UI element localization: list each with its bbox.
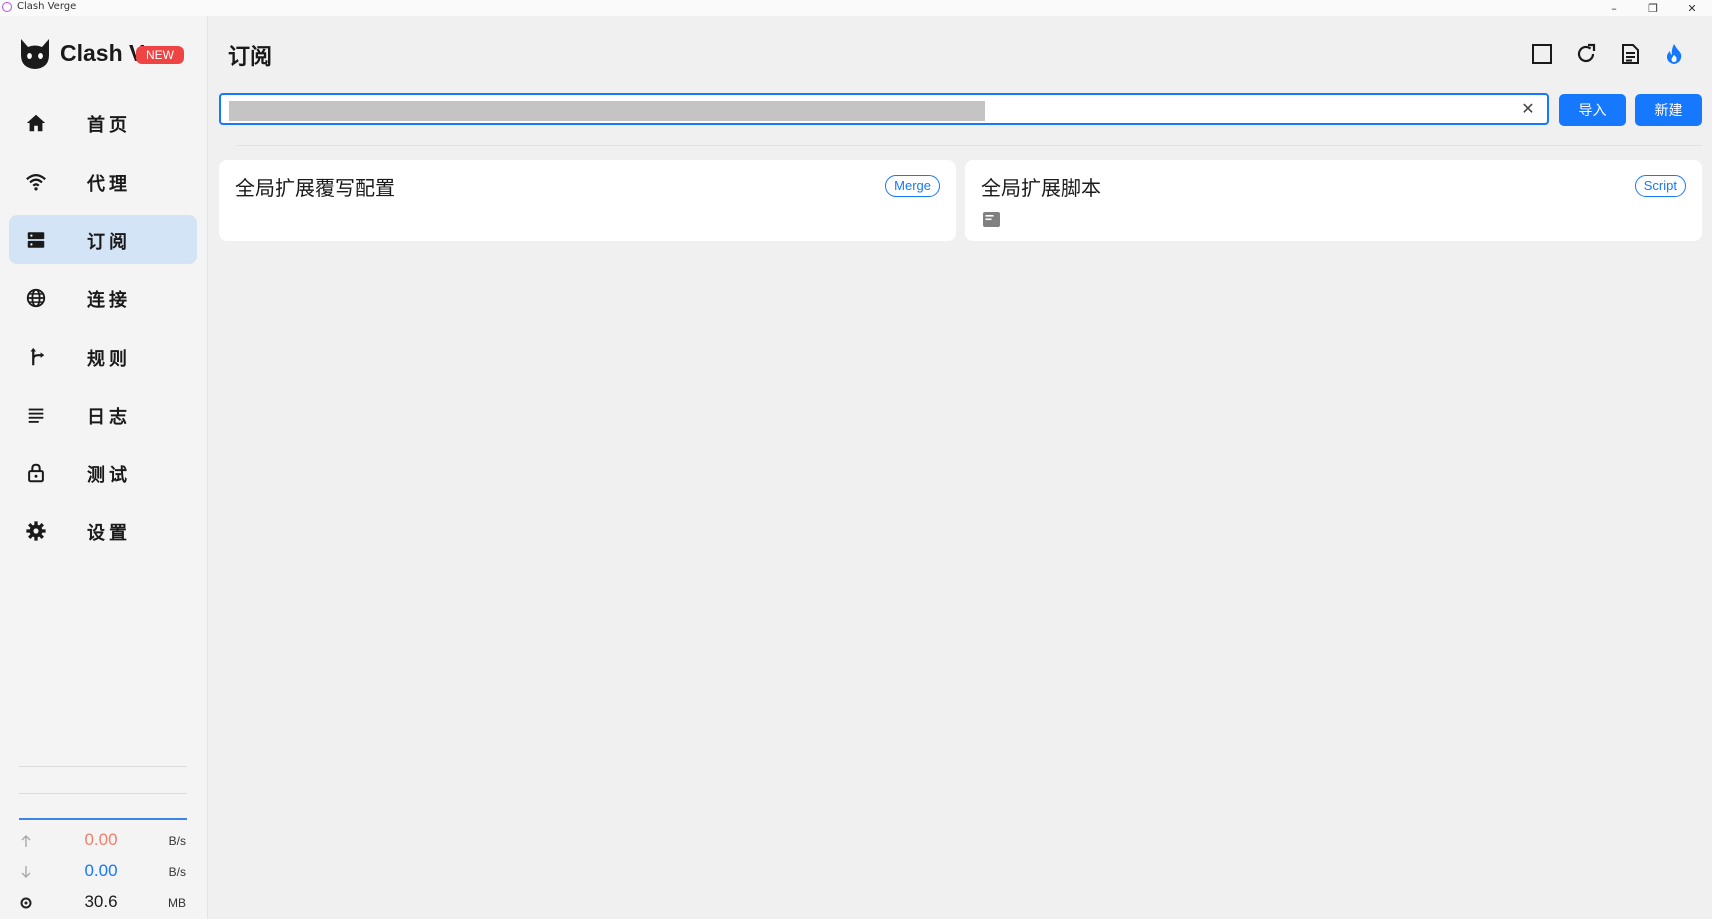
square-icon[interactable] [1530,42,1554,66]
profile-card-script[interactable]: 全局扩展脚本 Script [965,160,1702,241]
sidebar-item-test[interactable]: 测试 [9,448,197,497]
sidebar-item-logs[interactable]: 日志 [9,390,197,439]
sidebar-item-connections[interactable]: 连接 [9,273,197,322]
sidebar-divider [19,793,187,794]
globe-icon [26,288,46,308]
sidebar-item-subscription[interactable]: 订阅 [9,215,197,264]
page-title: 订阅 [228,45,273,70]
download-value: 0.00 [84,861,118,880]
file-icon [983,212,1000,227]
download-unit: B/s [168,865,186,879]
upload-value: 0.00 [84,830,118,849]
fork-arrow-icon [30,347,45,366]
sidebar-item-label: 设置 [87,523,131,544]
memory-gear-icon [20,897,32,909]
sidebar-item-label: 连接 [87,290,131,311]
lock-icon [28,463,44,483]
window-title: Clash Verge [17,1,77,12]
arrow-up-icon [21,835,31,847]
home-icon [26,114,46,132]
search-input[interactable]: ✕ [219,93,1549,125]
card-tag-script: Script [1634,175,1686,197]
profile-card-merge[interactable]: 全局扩展覆写配置 Merge [219,160,956,241]
sidebar-item-label: 测试 [87,465,131,486]
window-titlebar: Clash Verge – ❐ ✕ [0,0,1712,16]
card-title: 全局扩展脚本 [981,176,1101,200]
app-icon [2,2,12,12]
import-button[interactable]: 导入 [1559,94,1626,126]
new-badge: NEW [136,46,184,64]
restore-icon[interactable]: ❐ [1633,0,1673,16]
new-button[interactable]: 新建 [1635,94,1702,126]
sidebar-item-label: 代理 [87,174,131,195]
upload-speed: 0.00 B/s [19,830,189,854]
sidebar-item-settings[interactable]: 设置 [9,506,197,555]
close-icon[interactable]: ✕ [1672,0,1712,16]
content-divider [236,145,1702,146]
minimize-icon[interactable]: – [1594,0,1634,16]
server-icon [27,232,45,248]
sidebar-item-label: 日志 [87,407,131,428]
memory-value: 30.6 [84,892,118,911]
sidebar-item-label: 订阅 [87,232,131,253]
cat-logo-icon [21,39,49,69]
memory-unit: MB [168,896,186,910]
redacted-url [229,101,985,121]
card-title: 全局扩展覆写配置 [235,176,395,200]
fire-icon[interactable] [1662,42,1686,66]
sidebar-item-label: 规则 [87,349,131,370]
clear-icon[interactable]: ✕ [1519,100,1537,118]
document-icon[interactable] [1618,42,1642,66]
sidebar-item-rules[interactable]: 规则 [9,332,197,381]
sidebar-item-proxy[interactable]: 代理 [9,157,197,206]
download-speed: 0.00 B/s [19,861,189,885]
sidebar-divider [19,766,187,767]
traffic-graph-line [19,818,187,820]
sidebar: Clash V NEW 首页 代理 订阅 连接 规则 日志 测试 设置 0.00… [0,16,208,919]
upload-unit: B/s [168,834,186,848]
refresh-icon[interactable] [1574,42,1598,66]
memory-usage: 30.6 MB [19,892,189,916]
arrow-down-icon [21,866,31,878]
list-lines-icon [28,408,44,423]
wifi-icon [26,174,46,191]
card-tag-merge: Merge [885,175,940,197]
app-name: Clash V [60,40,145,66]
sidebar-item-home[interactable]: 首页 [9,98,197,147]
gear-icon [26,521,46,541]
sidebar-item-label: 首页 [87,115,131,136]
